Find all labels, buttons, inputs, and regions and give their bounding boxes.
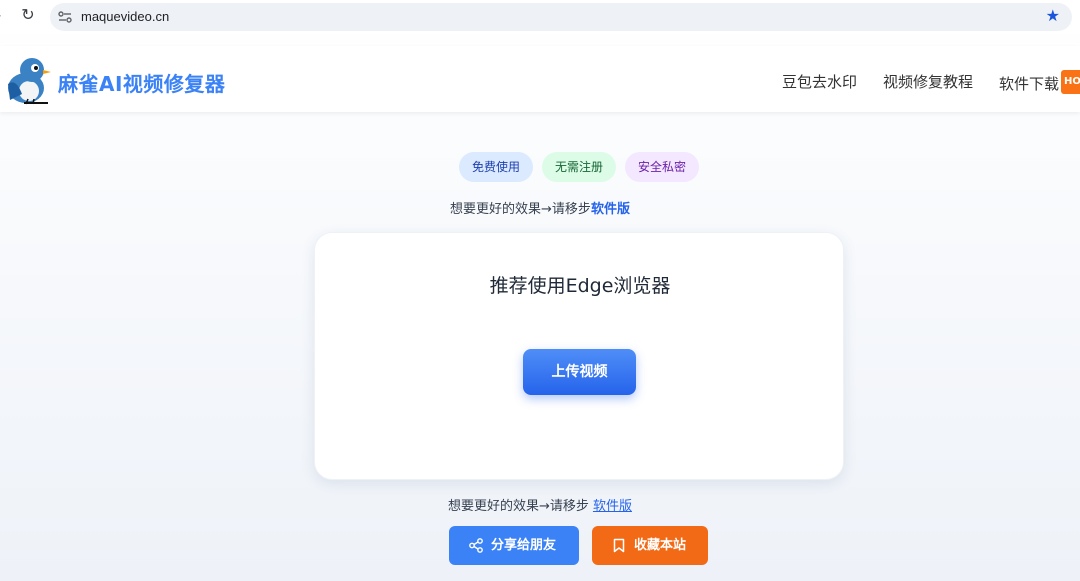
upload-card: 推荐使用Edge浏览器 上传视频 (314, 232, 844, 480)
address-bar[interactable]: maquevideo.cn ★ (50, 3, 1072, 31)
site-header: 麻雀AI视频修复器 豆包去水印 视频修复教程 软件下载 HO (0, 46, 1080, 112)
nav-item-tutorial[interactable]: 视频修复教程 (883, 71, 973, 92)
browser-toolbar: › ↻ maquevideo.cn ★ (0, 0, 1080, 34)
software-hint-bottom: 想要更好的效果→请移步 软件版 (0, 495, 1080, 514)
nav-item-download[interactable]: 软件下载 (999, 73, 1059, 94)
share-label: 分享给朋友 (491, 538, 557, 553)
url-text[interactable]: maquevideo.cn (81, 9, 169, 24)
hint-text: 想要更好的效果→请移步 (450, 202, 591, 217)
favorite-button[interactable]: 收藏本站 (592, 526, 708, 565)
hint-text: 想要更好的效果→请移步 (448, 499, 589, 514)
share-icon (469, 538, 483, 553)
site-brand[interactable]: 麻雀AI视频修复器 (58, 68, 225, 97)
bookmark-star-icon[interactable]: ★ (1046, 6, 1060, 25)
reload-icon[interactable]: ↻ (18, 5, 38, 25)
badge-no-register: 无需注册 (542, 152, 616, 182)
site-info-icon[interactable] (58, 10, 72, 24)
hot-badge: HO (1061, 70, 1080, 94)
software-version-link[interactable]: 软件版 (591, 202, 630, 217)
bookmark-icon (613, 538, 625, 553)
share-button[interactable]: 分享给朋友 (449, 526, 579, 565)
sparrow-logo[interactable] (2, 54, 52, 106)
card-title: 推荐使用Edge浏览器 (489, 275, 671, 297)
forward-icon[interactable]: › (0, 8, 2, 24)
nav-item-watermark[interactable]: 豆包去水印 (782, 71, 857, 92)
software-hint-top: 想要更好的效果→请移步软件版 (0, 198, 1080, 217)
favorite-label: 收藏本站 (634, 538, 687, 553)
badge-free: 免费使用 (459, 152, 533, 182)
software-version-link[interactable]: 软件版 (593, 499, 632, 514)
upload-video-button[interactable]: 上传视频 (523, 349, 636, 395)
badge-private: 安全私密 (625, 152, 699, 182)
